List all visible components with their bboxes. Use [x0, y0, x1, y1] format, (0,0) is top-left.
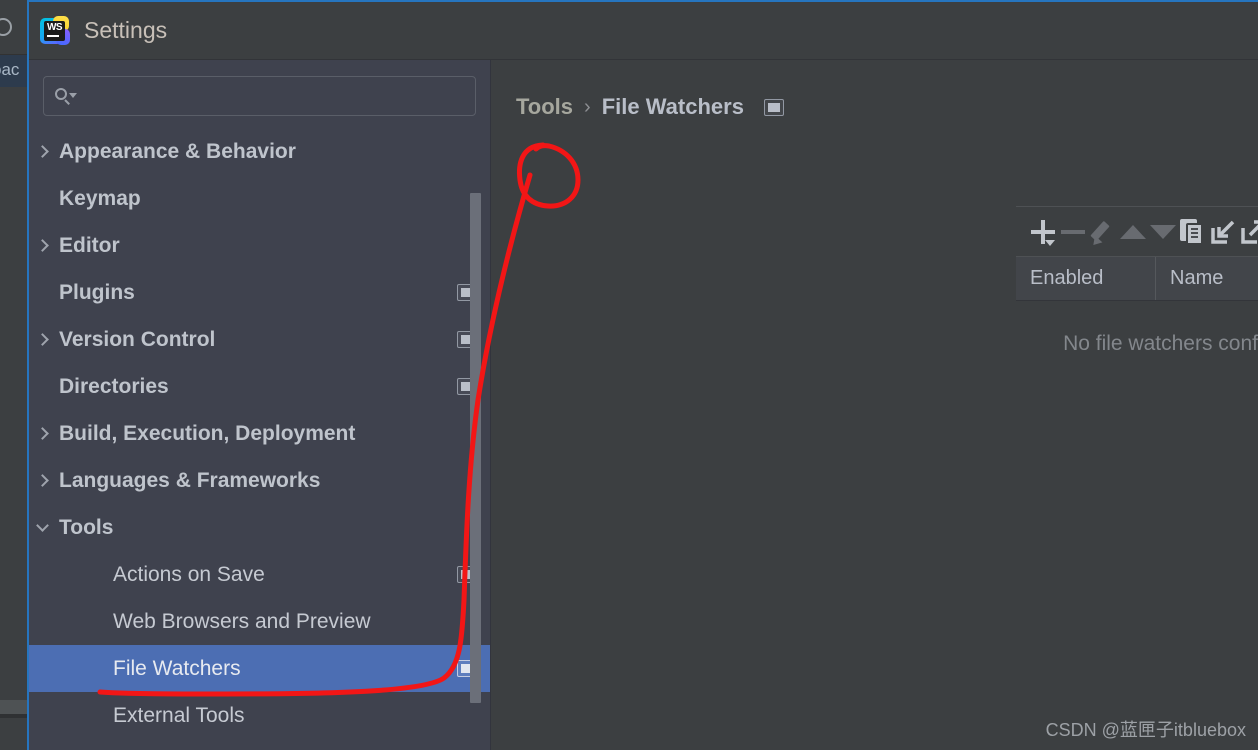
file-watchers-toolbar — [1016, 206, 1258, 256]
webstorm-logo-icon: WS — [40, 15, 70, 46]
move-down-button — [1148, 211, 1178, 253]
add-button[interactable] — [1028, 211, 1058, 253]
dialog-body: Appearance & Behavior Keymap Editor Plugins… — [29, 60, 1258, 750]
sidebar-item-label: File Watchers — [113, 656, 241, 680]
breadcrumb-separator: › — [584, 95, 591, 118]
background-tool-window-divider — [0, 700, 27, 714]
logo-text: WS — [44, 20, 65, 41]
chevron-right-icon[interactable] — [29, 474, 55, 487]
project-scope-icon[interactable] — [763, 98, 784, 116]
sidebar-item-label: Web Browsers and Preview — [113, 609, 371, 633]
search-container — [29, 60, 490, 124]
arrow-up-icon — [1118, 217, 1148, 247]
export-button[interactable] — [1238, 211, 1258, 253]
edit-button — [1088, 211, 1118, 253]
sidebar-item-label: Build, Execution, Deployment — [59, 421, 356, 445]
plus-icon — [1028, 217, 1058, 247]
chevron-right-icon[interactable] — [29, 239, 55, 252]
sidebar-item-label: Appearance & Behavior — [59, 139, 296, 163]
file-watchers-table-header: Enabled Name — [1016, 256, 1258, 301]
empty-state-message: No file watchers conf — [1063, 332, 1258, 355]
copy-button[interactable] — [1178, 211, 1208, 253]
sidebar-item-label: Actions on Save — [113, 562, 265, 586]
sidebar-item-directories[interactable]: Directories — [29, 363, 490, 410]
search-input[interactable] — [80, 87, 465, 105]
sidebar-item-label: Tools — [59, 515, 114, 539]
minus-icon — [1058, 217, 1088, 247]
sidebar-item-tools[interactable]: Tools — [29, 504, 490, 551]
background-toolbar-strip — [0, 0, 27, 55]
sidebar-item-label: Directories — [59, 374, 169, 398]
sidebar-item-version-control[interactable]: Version Control — [29, 316, 490, 363]
dialog-title: Settings — [84, 17, 168, 43]
breadcrumb-parent[interactable]: Tools — [516, 94, 573, 120]
sidebar-item-keymap[interactable]: Keymap — [29, 175, 490, 222]
search-box[interactable] — [43, 76, 476, 116]
sidebar-item-label: Languages & Frameworks — [59, 468, 321, 492]
settings-detail-pane: Tools › File Watchers Enabled Name No fi… — [491, 60, 1258, 750]
column-header-name[interactable]: Name — [1156, 257, 1223, 300]
import-button[interactable] — [1208, 211, 1238, 253]
arrow-down-icon — [1148, 217, 1178, 247]
sidebar-item-languages-frameworks[interactable]: Languages & Frameworks — [29, 457, 490, 504]
sidebar-item-web-browsers-and-preview[interactable]: Web Browsers and Preview — [29, 598, 490, 645]
sidebar-item-editor[interactable]: Editor — [29, 222, 490, 269]
sidebar-scrollbar[interactable] — [470, 193, 481, 750]
chevron-right-icon[interactable] — [29, 145, 55, 158]
export-icon — [1238, 217, 1258, 247]
settings-dialog: WS Settings Appearance & Behavior Keymap E… — [27, 0, 1258, 750]
sidebar-item-label: External Tools — [113, 703, 245, 727]
chevron-down-icon[interactable] — [29, 519, 55, 534]
sidebar-item-appearance-behavior[interactable]: Appearance & Behavior — [29, 128, 490, 175]
sidebar-item-build-execution-deployment[interactable]: Build, Execution, Deployment — [29, 410, 490, 457]
search-icon — [54, 88, 77, 105]
sidebar-item-label: Plugins — [59, 280, 135, 304]
sidebar-item-label: Editor — [59, 233, 120, 257]
sidebar-item-label: Version Control — [59, 327, 216, 351]
sidebar-scrollbar-thumb[interactable] — [470, 193, 481, 703]
csdn-watermark: CSDN @蓝匣子itbluebox — [1045, 720, 1246, 740]
sidebar-item-external-tools[interactable]: External Tools — [29, 692, 490, 739]
remove-button — [1058, 211, 1088, 253]
column-header-enabled[interactable]: Enabled — [1016, 257, 1156, 300]
background-editor-area — [0, 87, 27, 750]
file-watchers-table-body[interactable] — [1016, 301, 1258, 750]
pencil-icon — [1088, 217, 1118, 248]
settings-sidebar: Appearance & Behavior Keymap Editor Plugins… — [29, 60, 491, 750]
chevron-right-icon[interactable] — [29, 427, 55, 440]
chevron-right-icon[interactable] — [29, 333, 55, 346]
sidebar-item-plugins[interactable]: Plugins — [29, 269, 490, 316]
copy-icon — [1178, 217, 1208, 247]
background-tool-window — [0, 718, 27, 750]
move-up-button — [1118, 211, 1148, 253]
import-icon — [1208, 217, 1238, 247]
breadcrumb: Tools › File Watchers — [491, 60, 1258, 120]
sidebar-item-actions-on-save[interactable]: Actions on Save — [29, 551, 490, 598]
sidebar-item-file-watchers[interactable]: File Watchers — [29, 645, 490, 692]
dialog-titlebar: WS Settings — [29, 2, 1258, 60]
circle-icon — [0, 18, 12, 36]
settings-tree[interactable]: Appearance & Behavior Keymap Editor Plugins… — [29, 124, 490, 750]
breadcrumb-current: File Watchers — [601, 94, 744, 119]
sidebar-item-label: Keymap — [59, 186, 141, 210]
